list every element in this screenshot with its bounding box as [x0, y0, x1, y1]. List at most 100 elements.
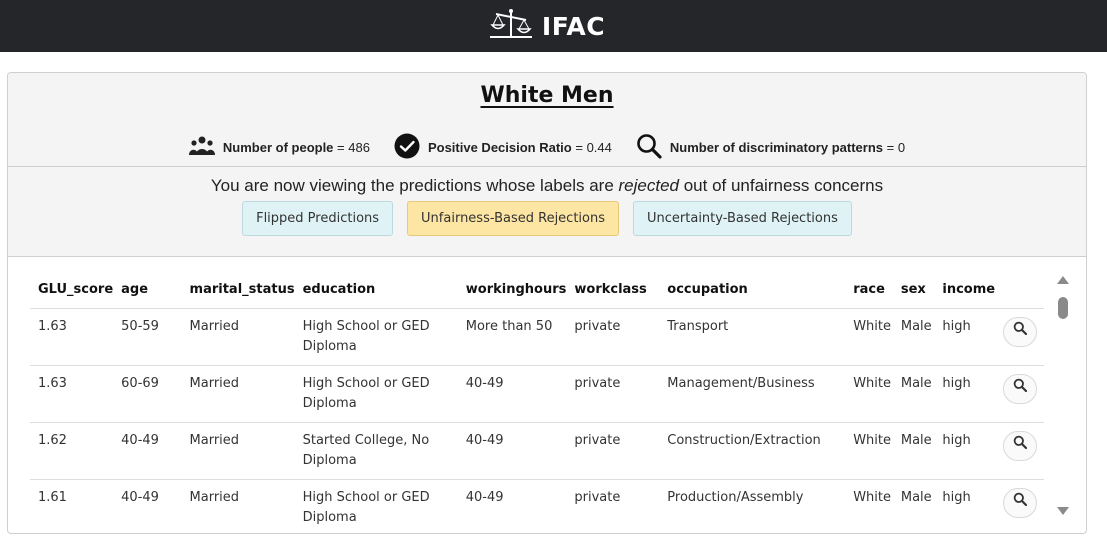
cell-glu-score: 1.63 — [30, 308, 114, 366]
cell-glu-score: 1.61 — [30, 479, 114, 533]
cell-marital-status: Married — [181, 308, 295, 366]
inspect-row-button[interactable] — [1003, 487, 1038, 518]
stat-value: 486 — [348, 140, 370, 155]
cell-income: high — [934, 365, 996, 423]
top-navbar: IFAC — [0, 0, 1107, 52]
viewing-description: You are now viewing the predictions whos… — [8, 176, 1086, 196]
scroll-up-arrow-icon[interactable] — [1057, 276, 1069, 284]
cell-age: 40-49 — [113, 422, 182, 480]
cell-race: White — [845, 479, 893, 533]
cell-actions — [995, 365, 1044, 423]
cell-glu-score: 1.63 — [30, 365, 114, 423]
column-header-workinghours[interactable]: workinghours — [457, 271, 567, 309]
group-card: White Men Number of people = 486 Positiv… — [7, 72, 1087, 534]
column-header-marital-status[interactable]: marital_status — [181, 271, 295, 309]
cell-workinghours: More than 50 — [457, 308, 567, 366]
prediction-tabs: Flipped Predictions Unfairness-Based Rej… — [8, 201, 1086, 236]
predictions-table: GLU_score age marital_status education w… — [30, 271, 1044, 533]
cell-sex: Male — [892, 422, 935, 480]
column-header-actions — [995, 271, 1044, 309]
cell-income: high — [934, 308, 996, 366]
people-group-icon — [188, 136, 215, 159]
cell-workinghours: 40-49 — [457, 365, 567, 423]
magnifier-icon — [636, 133, 662, 162]
cell-sex: Male — [892, 479, 935, 533]
scales-of-justice-icon — [488, 6, 534, 47]
column-header-income[interactable]: income — [934, 271, 996, 309]
stat-discriminatory-patterns: Number of discriminatory patterns = 0 — [636, 133, 905, 162]
table-row: 1.62 40-49 Married Started College, No D… — [30, 422, 1044, 480]
cell-occupation: Production/Assembly — [659, 479, 846, 533]
viewing-prefix: You are now viewing the predictions whos… — [210, 176, 619, 195]
header-bottom-divider — [8, 256, 1086, 257]
check-circle-icon — [394, 133, 420, 162]
tab-unfairness-based-rejections[interactable]: Unfairness-Based Rejections — [407, 201, 620, 236]
column-header-occupation[interactable]: occupation — [659, 271, 846, 309]
cell-education: High School or GED Diploma — [294, 308, 458, 366]
table-row: 1.63 50-59 Married High School or GED Di… — [30, 308, 1044, 366]
table-row: 1.61 40-49 Married High School or GED Di… — [30, 479, 1044, 533]
stat-label: Number of people — [222, 140, 334, 155]
cell-education: High School or GED Diploma — [294, 479, 458, 533]
cell-glu-score: 1.62 — [30, 422, 114, 480]
tab-flipped-predictions[interactable]: Flipped Predictions — [242, 201, 394, 236]
column-header-race[interactable]: race — [845, 271, 893, 309]
cell-occupation: Management/Business — [659, 365, 846, 423]
cell-marital-status: Married — [181, 365, 295, 423]
cell-income: high — [934, 479, 996, 533]
stat-separator: = — [575, 140, 583, 155]
cell-workclass: private — [566, 422, 660, 480]
cell-age: 50-59 — [113, 308, 182, 366]
cell-occupation: Transport — [659, 308, 846, 366]
cell-race: White — [845, 422, 893, 480]
table-scrollbar[interactable] — [1056, 273, 1072, 519]
magnifier-icon — [1013, 492, 1028, 513]
cell-actions — [995, 479, 1044, 533]
brand[interactable]: IFAC — [488, 6, 605, 47]
column-header-education[interactable]: education — [294, 271, 458, 309]
stat-separator: = — [337, 140, 345, 155]
cell-sex: Male — [892, 308, 935, 366]
header-divider — [8, 166, 1086, 167]
viewing-emphasis: rejected — [618, 176, 679, 195]
column-header-workclass[interactable]: workclass — [566, 271, 660, 309]
cell-workinghours: 40-49 — [457, 422, 567, 480]
app-title: IFAC — [541, 11, 606, 41]
inspect-row-button[interactable] — [1003, 316, 1038, 347]
stat-value: 0 — [897, 140, 906, 155]
group-stats: Number of people = 486 Positive Decision… — [8, 133, 1086, 162]
cell-race: White — [845, 365, 893, 423]
group-header: White Men Number of people = 486 Positiv… — [8, 73, 1086, 256]
column-header-sex[interactable]: sex — [892, 271, 935, 309]
group-title: White Men — [480, 83, 614, 108]
cell-race: White — [845, 308, 893, 366]
cell-workclass: private — [566, 479, 660, 533]
cell-age: 60-69 — [113, 365, 182, 423]
scroll-down-arrow-icon[interactable] — [1057, 507, 1069, 515]
magnifier-icon — [1013, 435, 1028, 456]
cell-workclass: private — [566, 365, 660, 423]
stat-label: Number of discriminatory patterns — [669, 140, 883, 155]
column-header-glu-score[interactable]: GLU_score — [30, 271, 114, 309]
scrollbar-thumb[interactable] — [1058, 297, 1068, 319]
cell-income: high — [934, 422, 996, 480]
stat-separator: = — [886, 140, 895, 155]
cell-age: 40-49 — [113, 479, 182, 533]
cell-workinghours: 40-49 — [457, 479, 567, 533]
table-header-row: GLU_score age marital_status education w… — [30, 271, 1044, 309]
predictions-table-container[interactable]: GLU_score age marital_status education w… — [30, 271, 1046, 533]
viewing-suffix: out of unfairness concerns — [678, 176, 884, 195]
column-header-age[interactable]: age — [113, 271, 182, 309]
inspect-row-button[interactable] — [1003, 430, 1038, 461]
cell-actions — [995, 308, 1044, 366]
tab-uncertainty-based-rejections[interactable]: Uncertainty-Based Rejections — [633, 201, 852, 236]
cell-actions — [995, 422, 1044, 480]
inspect-row-button[interactable] — [1003, 373, 1038, 404]
cell-sex: Male — [892, 365, 935, 423]
stat-number-of-people: Number of people = 486 — [188, 136, 370, 159]
cell-occupation: Construction/Extraction — [659, 422, 846, 480]
stat-positive-decision-ratio: Positive Decision Ratio = 0.44 — [394, 133, 612, 162]
cell-education: Started College, No Diploma — [294, 422, 458, 480]
cell-education: High School or GED Diploma — [294, 365, 458, 423]
cell-marital-status: Married — [181, 422, 295, 480]
